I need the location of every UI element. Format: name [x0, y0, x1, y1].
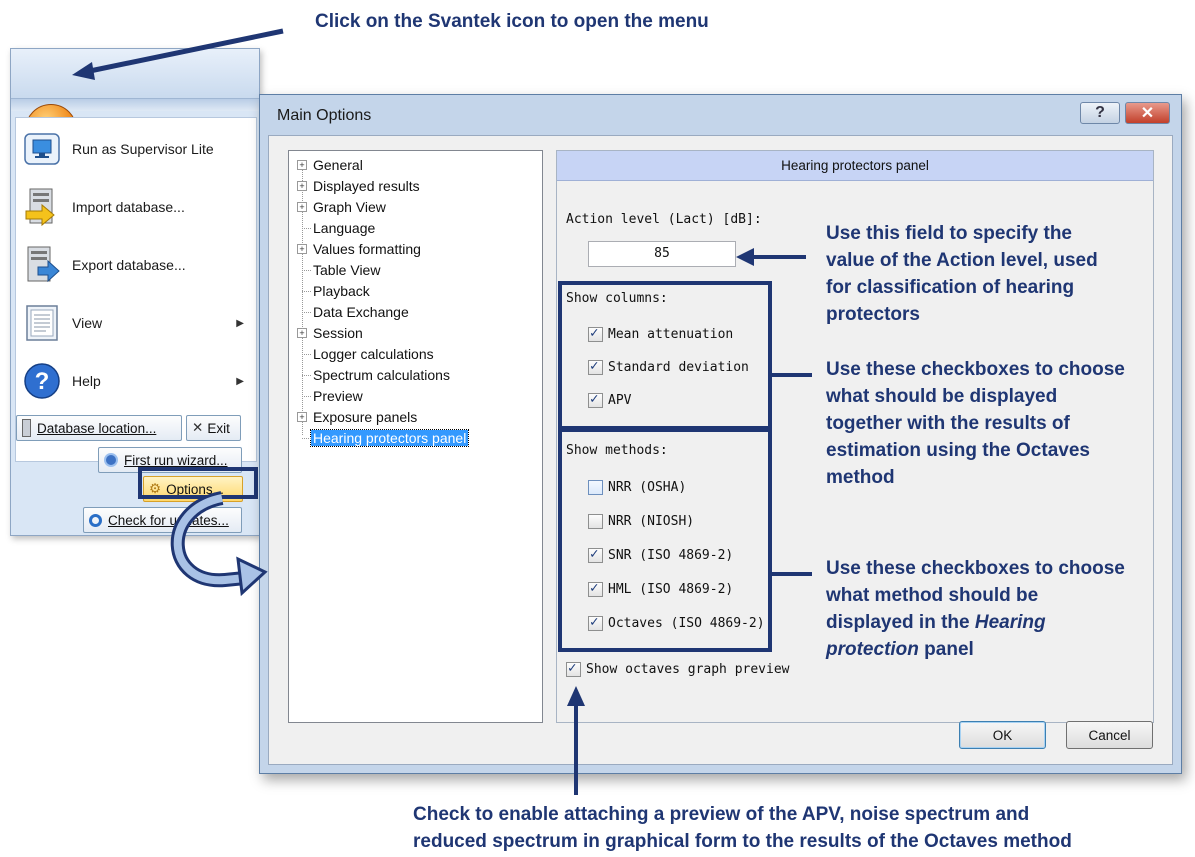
arrow-head-icon: [736, 248, 754, 266]
arrow-head-icon: [72, 62, 95, 80]
arrow-to-svantek-icon: [84, 28, 284, 75]
annotation-arrows: [72, 28, 812, 795]
arrow-head-icon: [567, 686, 585, 706]
curved-arrow-head-icon: [236, 556, 268, 597]
